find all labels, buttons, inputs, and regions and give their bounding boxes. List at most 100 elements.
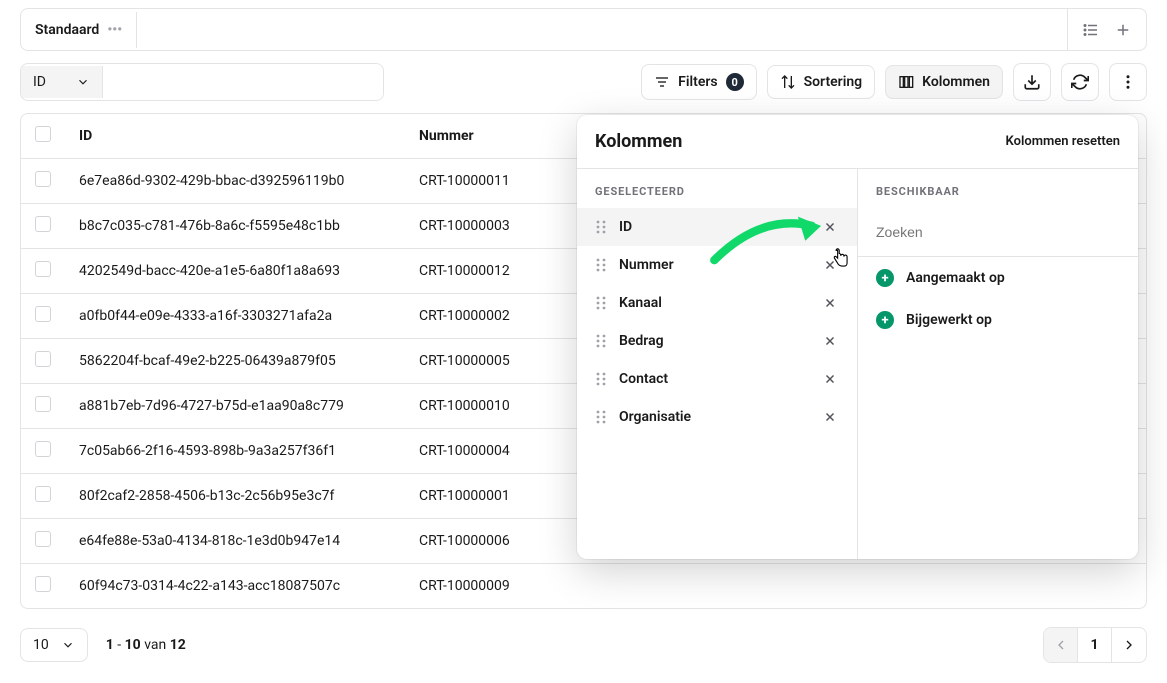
columns-label: Kolommen (922, 74, 990, 90)
cell-id: 6e7ea86d-9302-429b-bbac-d392596119b0 (65, 159, 405, 204)
page-number[interactable]: 1 (1078, 628, 1112, 662)
download-button[interactable] (1013, 63, 1051, 101)
drag-handle-icon[interactable] (595, 409, 607, 425)
page-size-value: 10 (33, 637, 49, 653)
sort-button[interactable]: Sortering (767, 65, 876, 99)
remove-column-icon[interactable] (821, 332, 839, 350)
selected-column-label: Nummer (619, 257, 809, 273)
filters-count-badge: 0 (726, 73, 744, 91)
field-filter: ID (20, 63, 384, 101)
drag-handle-icon[interactable] (595, 219, 607, 235)
selected-column-label: Kanaal (619, 295, 809, 311)
cell-id: 4202549d-bacc-420e-a1e5-6a80f1a8a693 (65, 249, 405, 294)
page-size-select[interactable]: 10 (20, 628, 88, 662)
refresh-button[interactable] (1061, 63, 1099, 101)
drag-handle-icon[interactable] (595, 295, 607, 311)
available-column-label: Bijgewerkt op (906, 312, 992, 328)
selected-column-label: ID (619, 219, 809, 235)
selected-column-item[interactable]: Organisatie (577, 398, 857, 436)
cell-id: a881b7eb-7d96-4727-b75d-e1aa90a8c779 (65, 384, 405, 429)
reset-columns-link[interactable]: Kolommen resetten (1006, 134, 1120, 149)
plus-icon[interactable] (1114, 21, 1132, 39)
selected-columns-panel: GESELECTEERD ID Nummer Kanaal Bedrag Con… (577, 169, 858, 559)
ellipsis-icon[interactable]: ••• (107, 22, 122, 38)
selected-header: GESELECTEERD (577, 169, 857, 208)
field-select-label: ID (33, 74, 46, 90)
add-column-icon[interactable]: + (876, 269, 894, 287)
views-tabs: Standaard ••• (20, 8, 1147, 51)
drag-handle-icon[interactable] (595, 257, 607, 273)
drag-handle-icon[interactable] (595, 333, 607, 349)
remove-column-icon[interactable] (821, 218, 839, 236)
remove-column-icon[interactable] (821, 408, 839, 426)
row-checkbox[interactable] (35, 351, 51, 367)
toolbar: ID Filters 0 Sortering Kolommen (20, 63, 1147, 101)
available-columns-panel: BESCHIKBAAR + Aangemaakt op + Bijgewerkt… (858, 169, 1138, 559)
popover-title: Kolommen (595, 131, 682, 152)
prev-page-button[interactable] (1044, 628, 1078, 662)
selected-column-item[interactable]: Kanaal (577, 284, 857, 322)
more-vertical-icon (1119, 73, 1137, 91)
columns-icon (898, 74, 914, 90)
table-row[interactable]: 60f94c73-0314-4c22-a143-acc18087507c CRT… (21, 564, 1146, 609)
selected-column-label: Bedrag (619, 333, 809, 349)
row-checkbox[interactable] (35, 261, 51, 277)
cell-id: e64fe88e-53a0-4134-818c-1e3d0b947e14 (65, 519, 405, 564)
row-checkbox[interactable] (35, 531, 51, 547)
columns-button[interactable]: Kolommen (885, 65, 1003, 99)
cell-id: 7c05ab66-2f16-4593-898b-9a3a257f36f1 (65, 429, 405, 474)
more-button[interactable] (1109, 63, 1147, 101)
pager: 1 (1043, 627, 1147, 663)
cell-id: a0fb0f44-e09e-4333-a16f-3303271afa2a (65, 294, 405, 339)
list-icon[interactable] (1082, 21, 1100, 39)
chevron-down-icon (76, 75, 90, 89)
selected-column-item[interactable]: Contact (577, 360, 857, 398)
tab-standaard[interactable]: Standaard ••• (21, 12, 137, 48)
selected-column-item[interactable]: Bedrag (577, 322, 857, 360)
row-checkbox[interactable] (35, 486, 51, 502)
sort-icon (780, 74, 796, 90)
tabs-right-actions (1067, 9, 1146, 50)
range-label: 1 - 10 van 12 (106, 637, 186, 653)
row-checkbox[interactable] (35, 576, 51, 592)
row-checkbox[interactable] (35, 441, 51, 457)
available-header: BESCHIKBAAR (858, 169, 1138, 208)
selected-column-item[interactable]: ID (577, 208, 857, 246)
col-header-id[interactable]: ID (65, 114, 405, 159)
download-icon (1023, 73, 1041, 91)
available-column-label: Aangemaakt op (906, 270, 1005, 286)
tab-label: Standaard (35, 22, 99, 38)
remove-column-icon[interactable] (821, 256, 839, 274)
cell-nummer: CRT-10000009 (405, 564, 1146, 609)
drag-handle-icon[interactable] (595, 371, 607, 387)
available-column-item[interactable]: + Aangemaakt op (858, 257, 1138, 299)
field-select-button[interactable]: ID (21, 66, 103, 98)
sort-label: Sortering (804, 74, 863, 90)
chevron-down-icon (61, 638, 75, 652)
selected-column-label: Organisatie (619, 409, 809, 425)
refresh-icon (1071, 73, 1089, 91)
row-checkbox[interactable] (35, 216, 51, 232)
column-search-input[interactable] (862, 212, 1134, 252)
filters-label: Filters (678, 74, 717, 90)
cell-id: 80f2caf2-2858-4506-b13c-2c56b95e3c7f (65, 474, 405, 519)
available-column-item[interactable]: + Bijgewerkt op (858, 299, 1138, 341)
row-checkbox[interactable] (35, 171, 51, 187)
pagination-bar: 10 1 - 10 van 12 1 (20, 627, 1147, 663)
cell-id: b8c7c035-c781-476b-8a6c-f5595e48c1bb (65, 204, 405, 249)
cell-id: 60f94c73-0314-4c22-a143-acc18087507c (65, 564, 405, 609)
columns-popover: Kolommen Kolommen resetten GESELECTEERD … (577, 115, 1138, 559)
remove-column-icon[interactable] (821, 370, 839, 388)
cell-id: 5862204f-bcaf-49e2-b225-06439a879f05 (65, 339, 405, 384)
selected-column-item[interactable]: Nummer (577, 246, 857, 284)
row-checkbox[interactable] (35, 306, 51, 322)
field-filter-input[interactable] (103, 64, 383, 100)
select-all-checkbox[interactable] (35, 126, 51, 142)
selected-column-label: Contact (619, 371, 809, 387)
row-checkbox[interactable] (35, 396, 51, 412)
filters-button[interactable]: Filters 0 (641, 64, 756, 100)
sliders-icon (654, 74, 670, 90)
next-page-button[interactable] (1112, 628, 1146, 662)
remove-column-icon[interactable] (821, 294, 839, 312)
add-column-icon[interactable]: + (876, 311, 894, 329)
